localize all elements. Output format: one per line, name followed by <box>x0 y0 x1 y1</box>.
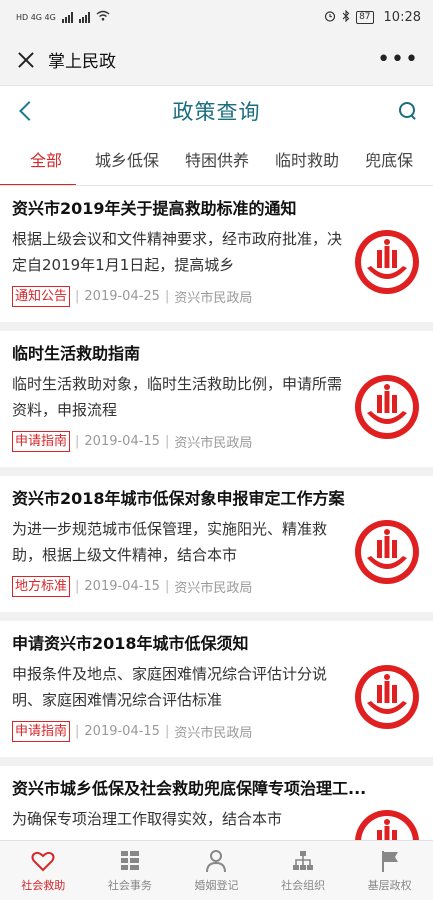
article-date: 2019-04-15 <box>84 434 160 449</box>
flag-icon <box>381 851 398 872</box>
article-meta: 地方标准 | 2019-04-15 | 资兴市民政局 <box>12 576 345 597</box>
article-title: 申请资兴市2018年城市低保须知 <box>12 634 249 653</box>
alarm-icon <box>324 10 336 25</box>
tab-all[interactable]: 全部 <box>0 136 82 185</box>
category-tag: 申请指南 <box>12 721 71 742</box>
bottom-nav: 社会救助 社会事务 婚姻登记 社会组织 基层政权 <box>0 840 433 900</box>
search-icon[interactable] <box>397 100 419 122</box>
screen: HD 4G 4G 87 10:28 掌上民政 ••• 政策查询 全部 城乡低保 … <box>0 0 433 900</box>
civil-affairs-logo-icon <box>355 230 419 294</box>
article-summary: 根据上级会议和文件精神要求，经市政府批准，决定自2019年1月1日起，提高城乡 <box>12 230 343 274</box>
article-source: 资兴市民政局 <box>174 726 253 741</box>
article-body: 申报条件及地点、家庭困难情况综合评估计分说明、家庭困难情况综合评估标准 申请指南… <box>12 661 421 742</box>
article-card[interactable]: 资兴市2018年城市低保对象申报审定工作方案 为进一步规范城市低保管理，实施阳光… <box>0 476 433 612</box>
tab-urban-rural-subsistence[interactable]: 城乡低保 <box>82 136 172 185</box>
nav-marriage-registration[interactable]: 婚姻登记 <box>173 841 260 900</box>
status-left: HD 4G 4G <box>16 10 110 24</box>
article-card[interactable]: 临时生活救助指南 临时生活救助对象，临时生活救助比例，申请所需资料，申报流程 申… <box>0 331 433 467</box>
article-title: 资兴市2019年关于提高救助标准的通知 <box>12 199 297 218</box>
network-label: HD 4G 4G <box>16 12 56 22</box>
tab-temporary-relief[interactable]: 临时救助 <box>262 136 352 185</box>
article-text: 根据上级会议和文件精神要求，经市政府批准，决定自2019年1月1日起，提高城乡 … <box>12 226 345 307</box>
article-summary: 申报条件及地点、家庭困难情况综合评估计分说明、家庭困难情况综合评估标准 <box>12 665 328 709</box>
article-source: 资兴市民政局 <box>174 581 253 596</box>
battery-indicator: 87 <box>356 10 374 24</box>
article-source: 资兴市民政局 <box>174 291 253 306</box>
nav-label: 社会救助 <box>21 879 66 892</box>
heart-icon <box>31 851 55 872</box>
article-summary: 临时生活救助对象，临时生活救助比例，申请所需资料，申报流程 <box>12 375 343 419</box>
category-tag: 地方标准 <box>12 576 71 597</box>
list-icon <box>120 851 139 870</box>
category-tag: 通知公告 <box>12 286 71 307</box>
meta-separator: | <box>75 434 80 449</box>
bluetooth-icon <box>342 9 350 25</box>
signal-icon-2 <box>78 11 90 23</box>
meta-separator: | <box>75 724 80 739</box>
nav-social-assistance[interactable]: 社会救助 <box>0 841 87 900</box>
civil-affairs-logo-icon <box>355 520 419 584</box>
article-card[interactable]: 申请资兴市2018年城市低保须知 申报条件及地点、家庭困难情况综合评估计分说明、… <box>0 621 433 757</box>
article-list: 资兴市2019年关于提高救助标准的通知 根据上级会议和文件精神要求，经市政府批准… <box>0 186 433 900</box>
article-card[interactable]: 资兴市2019年关于提高救助标准的通知 根据上级会议和文件精神要求，经市政府批准… <box>0 186 433 322</box>
article-title: 资兴市城乡低保及社会救助兜底保障专项治理工... <box>12 779 367 798</box>
article-meta: 申请指南 | 2019-04-15 | 资兴市民政局 <box>12 431 345 452</box>
signal-icon <box>61 11 73 23</box>
status-right: 87 10:28 <box>324 9 421 25</box>
org-icon <box>293 851 314 870</box>
meta-separator: | <box>75 289 80 304</box>
nav-label: 社会事务 <box>107 879 152 892</box>
nav-social-organizations[interactable]: 社会组织 <box>260 841 347 900</box>
meta-separator: | <box>164 289 170 304</box>
app-bar: 掌上民政 ••• <box>0 34 433 86</box>
nav-social-affairs[interactable]: 社会事务 <box>87 841 174 900</box>
article-body: 临时生活救助对象，临时生活救助比例，申请所需资料，申报流程 申请指南 | 201… <box>12 371 421 452</box>
wifi-icon <box>96 10 110 24</box>
page-header: 政策查询 <box>0 86 433 136</box>
article-text: 为进一步规范城市低保管理，实施阳光、精准救助，根据上级文件精神，结合本市 地方标… <box>12 516 345 597</box>
meta-separator: | <box>75 579 80 594</box>
article-title: 资兴市2018年城市低保对象申报审定工作方案 <box>12 489 345 508</box>
article-meta: 申请指南 | 2019-04-15 | 资兴市民政局 <box>12 721 345 742</box>
nav-label: 婚姻登记 <box>194 879 239 892</box>
article-text: 临时生活救助对象，临时生活救助比例，申请所需资料，申报流程 申请指南 | 201… <box>12 371 345 452</box>
article-date: 2019-04-15 <box>84 724 160 739</box>
nav-label: 基层政权 <box>367 879 412 892</box>
article-summary: 为进一步规范城市低保管理，实施阳光、精准救助，根据上级文件精神，结合本市 <box>12 520 328 564</box>
article-body: 为进一步规范城市低保管理，实施阳光、精准救助，根据上级文件精神，结合本市 地方标… <box>12 516 421 597</box>
close-icon[interactable] <box>14 48 38 72</box>
category-tabs: 全部 城乡低保 特困供养 临时救助 兜底保 <box>0 136 433 186</box>
meta-separator: | <box>164 724 170 739</box>
tab-special-hardship[interactable]: 特困供养 <box>172 136 262 185</box>
back-arrow-icon[interactable] <box>19 101 39 121</box>
page-title: 政策查询 <box>172 100 261 124</box>
article-text: 申报条件及地点、家庭困难情况综合评估计分说明、家庭困难情况综合评估标准 申请指南… <box>12 661 345 742</box>
app-title: 掌上民政 <box>48 52 116 72</box>
article-date: 2019-04-25 <box>84 289 160 304</box>
people-icon <box>206 850 227 873</box>
tab-safety-net[interactable]: 兜底保 <box>352 136 426 185</box>
category-tag: 申请指南 <box>12 431 71 452</box>
status-bar: HD 4G 4G 87 10:28 <box>0 0 433 34</box>
nav-grassroots-government[interactable]: 基层政权 <box>346 841 433 900</box>
civil-affairs-logo-icon <box>355 665 419 729</box>
article-body: 根据上级会议和文件精神要求，经市政府批准，决定自2019年1月1日起，提高城乡 … <box>12 226 421 307</box>
meta-separator: | <box>164 434 170 449</box>
clock: 10:28 <box>383 9 421 25</box>
article-title: 临时生活救助指南 <box>12 344 141 363</box>
more-menu-button[interactable]: ••• <box>377 47 419 72</box>
civil-affairs-logo-icon <box>355 375 419 439</box>
article-meta: 通知公告 | 2019-04-25 | 资兴市民政局 <box>12 286 345 307</box>
meta-separator: | <box>164 579 170 594</box>
article-date: 2019-04-15 <box>84 579 160 594</box>
article-source: 资兴市民政局 <box>174 436 253 451</box>
nav-label: 社会组织 <box>281 879 326 892</box>
